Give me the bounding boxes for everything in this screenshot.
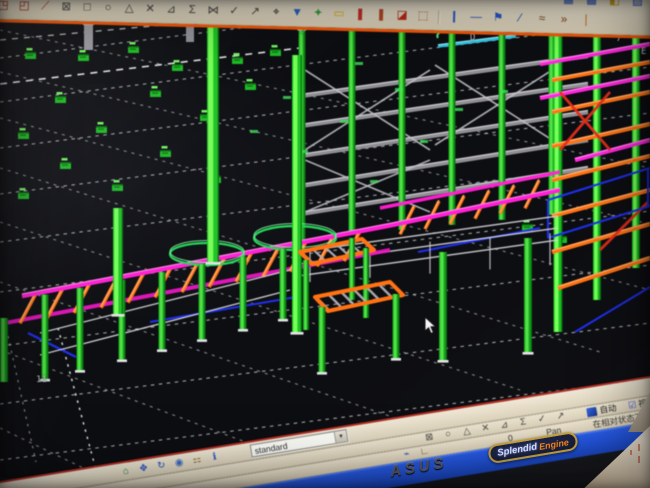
view-tool-icon[interactable]: ✥ [136,461,151,476]
view-tool-icon[interactable]: ⌂ [118,464,133,479]
chevron-down-icon[interactable]: ▼ [334,430,348,443]
toolbar-icon[interactable]: ⊿ [163,2,179,18]
snap-toggle-icon[interactable]: ✓ [534,412,549,427]
toolbar-upper-row: ▦ ▩ ◧ ▨ ◆ ▣ [560,0,650,12]
toolbar-icon[interactable]: ⋈ [205,3,221,19]
toolbar-icon[interactable]: ❚ [352,7,368,23]
toolbar-icon[interactable]: ▨ [629,0,645,11]
toolbar-icon[interactable]: ◰ [16,0,32,15]
toolbar-icon[interactable]: ≈ [534,12,550,28]
snap-toggle-icon[interactable]: ✕ [478,421,493,436]
toolbar-icon[interactable]: ✦ [310,6,326,22]
toolbar-icon[interactable]: — [468,10,484,26]
grid-label: D [470,33,475,43]
toolbar-icon[interactable]: ↗ [247,5,263,21]
view-tool-icon[interactable]: ◉ [172,455,187,470]
toolbar-separator [438,10,439,24]
toolbar-icon[interactable]: △ [121,1,137,17]
snap-toggle-icon[interactable]: ↗ [553,409,568,424]
snap-toggle-icon[interactable]: ⊿ [497,418,512,433]
toolbar-icon[interactable]: ◧ [606,0,622,10]
toolbar-icon[interactable]: ⬚ [415,9,431,25]
toolbar-icon[interactable]: ▭ [331,7,347,23]
mouse-cursor-icon [424,316,438,336]
toolbar-icon[interactable]: ⟋ [37,0,53,16]
toolbar-icon[interactable]: ❘ [578,13,594,29]
toolbar-icon[interactable]: ▼ [289,6,305,22]
monitor-photo: 3 7 5 D 7 E 11 [0,0,650,488]
toolbar-icon[interactable]: ✕ [142,2,158,18]
snap-toggle-icon[interactable]: ○ [441,427,456,442]
view-tool-icon[interactable]: ℹ [207,450,222,465]
toolbar-icon[interactable]: ⌖ [268,5,284,21]
sticker-secondary-text: Engine [538,437,569,452]
snap-toggle-icon[interactable]: △ [459,424,474,439]
toolbar-icon[interactable]: ✓ [226,4,242,20]
toolbar-icon[interactable]: ▩ [583,0,599,9]
toolbar-icon[interactable]: » [556,12,572,28]
toolbar-icon[interactable]: ▦ [560,0,576,9]
toolbar-icon[interactable]: ⚑ [490,11,506,27]
toolbar-icon[interactable]: ◳ [0,0,11,15]
grid-label: E [641,47,646,57]
toolbar-icon[interactable]: Σ [184,3,200,19]
auto-plane-icon[interactable] [586,406,597,416]
toolbar-icon[interactable]: ❙ [446,10,462,26]
view-tool-icon[interactable]: ⚏ [189,452,204,467]
sticker-primary-text: Splendid [497,441,538,458]
toolbar-icon[interactable]: ◪ [394,8,410,24]
toolbar-icon[interactable]: ❚ [373,8,389,24]
snap-toggle-icon[interactable]: Σ [516,415,531,430]
snap-toggle-icon[interactable]: ⊠ [422,430,437,445]
grid-label: 11 [36,375,47,385]
toolbar-icon[interactable]: ⊠ [58,0,74,16]
view-tool-icon[interactable]: ↻ [154,458,169,473]
checkbox-icon[interactable]: ☑ [627,399,637,411]
toolbar-icon[interactable]: □ [79,0,95,16]
toolbar-icon[interactable]: ∕ [512,11,528,27]
toolbar-icon[interactable]: ○ [100,1,116,17]
